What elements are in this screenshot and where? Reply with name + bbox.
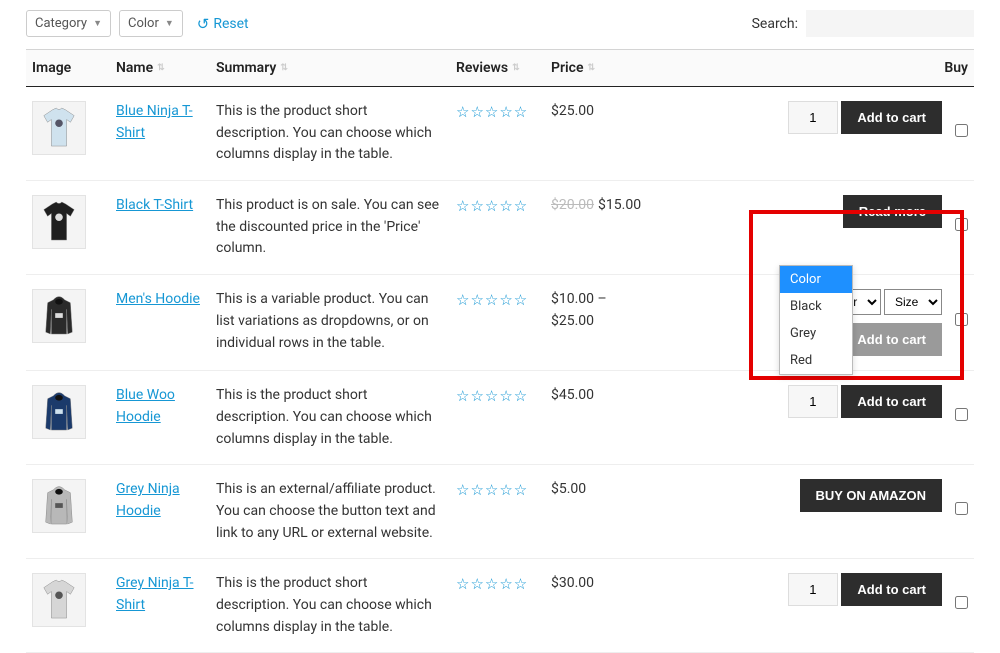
- sort-icon: ⇅: [280, 63, 288, 73]
- dropdown-option[interactable]: Color: [780, 266, 852, 293]
- add-to-cart-button[interactable]: Add to cart: [841, 101, 942, 134]
- product-name-link[interactable]: Blue Woo Hoodie: [116, 387, 175, 425]
- read-more-button[interactable]: Read more: [843, 195, 942, 228]
- add-to-cart-button[interactable]: Add to cart: [841, 323, 942, 356]
- price-value: $5.00: [551, 481, 586, 497]
- select-row-checkbox[interactable]: [955, 218, 968, 231]
- product-summary: This is the product short description. Y…: [210, 371, 450, 465]
- product-summary: This is an external/affiliate product. Y…: [210, 465, 450, 559]
- price-value: $15.00: [598, 197, 641, 213]
- select-row-checkbox[interactable]: [955, 408, 968, 421]
- product-name-link[interactable]: Blue Ninja T-Shirt: [116, 103, 193, 141]
- dropdown-option[interactable]: Black: [780, 293, 852, 320]
- star-rating: ☆☆☆☆☆: [456, 103, 528, 121]
- search-label: Search:: [752, 16, 798, 32]
- quantity-input[interactable]: [788, 573, 838, 606]
- reset-label: Reset: [213, 16, 248, 32]
- product-name-link[interactable]: Men's Hoodie: [116, 291, 200, 307]
- filter-category-label: Category: [35, 16, 87, 31]
- price-value: $30.00: [551, 575, 594, 591]
- filter-color[interactable]: Color ▼: [119, 10, 183, 37]
- table-row: Blue Woo Hoodie This is the product shor…: [26, 371, 974, 465]
- sort-icon: ⇅: [588, 63, 596, 73]
- filter-category[interactable]: Category ▼: [26, 10, 111, 37]
- product-thumb[interactable]: [32, 479, 86, 533]
- dropdown-option[interactable]: Red: [780, 347, 852, 374]
- sort-icon: ⇅: [512, 63, 520, 73]
- quantity-input[interactable]: [788, 101, 838, 134]
- col-price[interactable]: Price⇅: [545, 50, 647, 87]
- chevron-down-icon: ▼: [165, 18, 174, 29]
- product-summary: This is a variable product. You can list…: [210, 275, 450, 371]
- table-row: Blue Ninja T-Shirt This is the product s…: [26, 87, 974, 181]
- col-name[interactable]: Name⇅: [110, 50, 210, 87]
- reset-button[interactable]: ↺Reset: [197, 15, 249, 33]
- add-to-cart-button[interactable]: Add to cart: [841, 385, 942, 418]
- product-name-link[interactable]: Black T-Shirt: [116, 197, 193, 213]
- select-row-checkbox[interactable]: [955, 502, 968, 515]
- star-rating: ☆☆☆☆☆: [456, 197, 528, 215]
- filter-color-label: Color: [128, 16, 159, 31]
- undo-icon: ↺: [197, 15, 210, 33]
- product-summary: This is the product short description. Y…: [210, 559, 450, 653]
- product-thumb[interactable]: [32, 573, 86, 627]
- quantity-input[interactable]: [788, 385, 838, 418]
- product-thumb[interactable]: [32, 385, 86, 439]
- old-price: $20.00: [551, 197, 594, 213]
- sort-icon: ⇅: [157, 63, 165, 73]
- star-rating: ☆☆☆☆☆: [456, 481, 528, 499]
- product-summary: This is the product short description. Y…: [210, 87, 450, 181]
- select-row-checkbox[interactable]: [955, 124, 968, 137]
- price-value: $25.00: [551, 103, 594, 119]
- col-reviews[interactable]: Reviews⇅: [450, 50, 545, 87]
- select-row-checkbox[interactable]: [955, 596, 968, 609]
- table-row: Black T-Shirt This product is on sale. Y…: [26, 181, 974, 275]
- select-row-checkbox[interactable]: [955, 313, 968, 326]
- col-summary[interactable]: Summary⇅: [210, 50, 450, 87]
- price-value: $10.00 – $25.00: [551, 291, 607, 329]
- variation-size-select[interactable]: Size: [884, 289, 942, 315]
- product-thumb[interactable]: [32, 195, 86, 249]
- product-summary: This product is on sale. You can see the…: [210, 181, 450, 275]
- product-thumb[interactable]: [32, 289, 86, 343]
- dropdown-option[interactable]: Grey: [780, 320, 852, 347]
- product-name-link[interactable]: Grey Ninja T-Shirt: [116, 575, 194, 613]
- chevron-down-icon: ▼: [93, 18, 102, 29]
- table-row: Grey Ninja Hoodie This is an external/af…: [26, 465, 974, 559]
- product-name-link[interactable]: Grey Ninja Hoodie: [116, 481, 180, 519]
- product-thumb[interactable]: [32, 101, 86, 155]
- buy-amazon-button[interactable]: BUY ON AMAZON: [800, 479, 943, 512]
- col-image[interactable]: Image: [26, 50, 110, 87]
- color-dropdown-open: Color Black Grey Red: [779, 265, 853, 375]
- price-value: $45.00: [551, 387, 594, 403]
- star-rating: ☆☆☆☆☆: [456, 387, 528, 405]
- table-row: Grey Ninja T-Shirt This is the product s…: [26, 559, 974, 653]
- search-input[interactable]: [806, 10, 974, 37]
- col-buy: Buy: [647, 50, 974, 87]
- add-to-cart-button[interactable]: Add to cart: [841, 573, 942, 606]
- star-rating: ☆☆☆☆☆: [456, 575, 528, 593]
- star-rating: ☆☆☆☆☆: [456, 291, 528, 309]
